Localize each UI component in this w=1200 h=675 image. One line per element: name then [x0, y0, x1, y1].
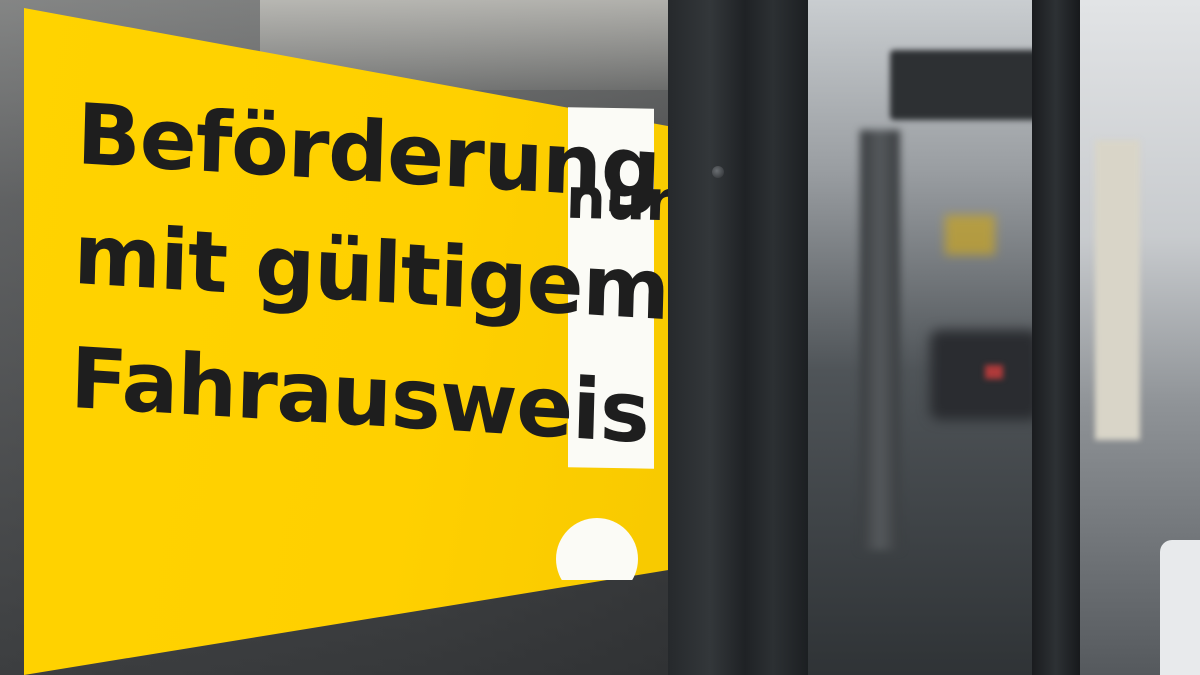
- blurred-reflection-pole: [860, 130, 900, 550]
- sign-text: Beförderung mit gültigem Fahrausweis: [69, 85, 673, 462]
- door-frame-right: [1032, 0, 1080, 675]
- blurred-reflection-yellow: [945, 215, 995, 255]
- door-rivet: [712, 166, 724, 178]
- background-building: [1095, 140, 1140, 440]
- sign-word-nur: nur: [565, 166, 675, 235]
- blurred-reflection-sign: [890, 50, 1040, 120]
- background-white-object: [1160, 540, 1200, 675]
- blurred-reflection-light: [985, 365, 1003, 379]
- door-frame: [668, 0, 808, 675]
- photo-scene: Beförderung mit gültigem Fahrausweis nur: [0, 0, 1200, 675]
